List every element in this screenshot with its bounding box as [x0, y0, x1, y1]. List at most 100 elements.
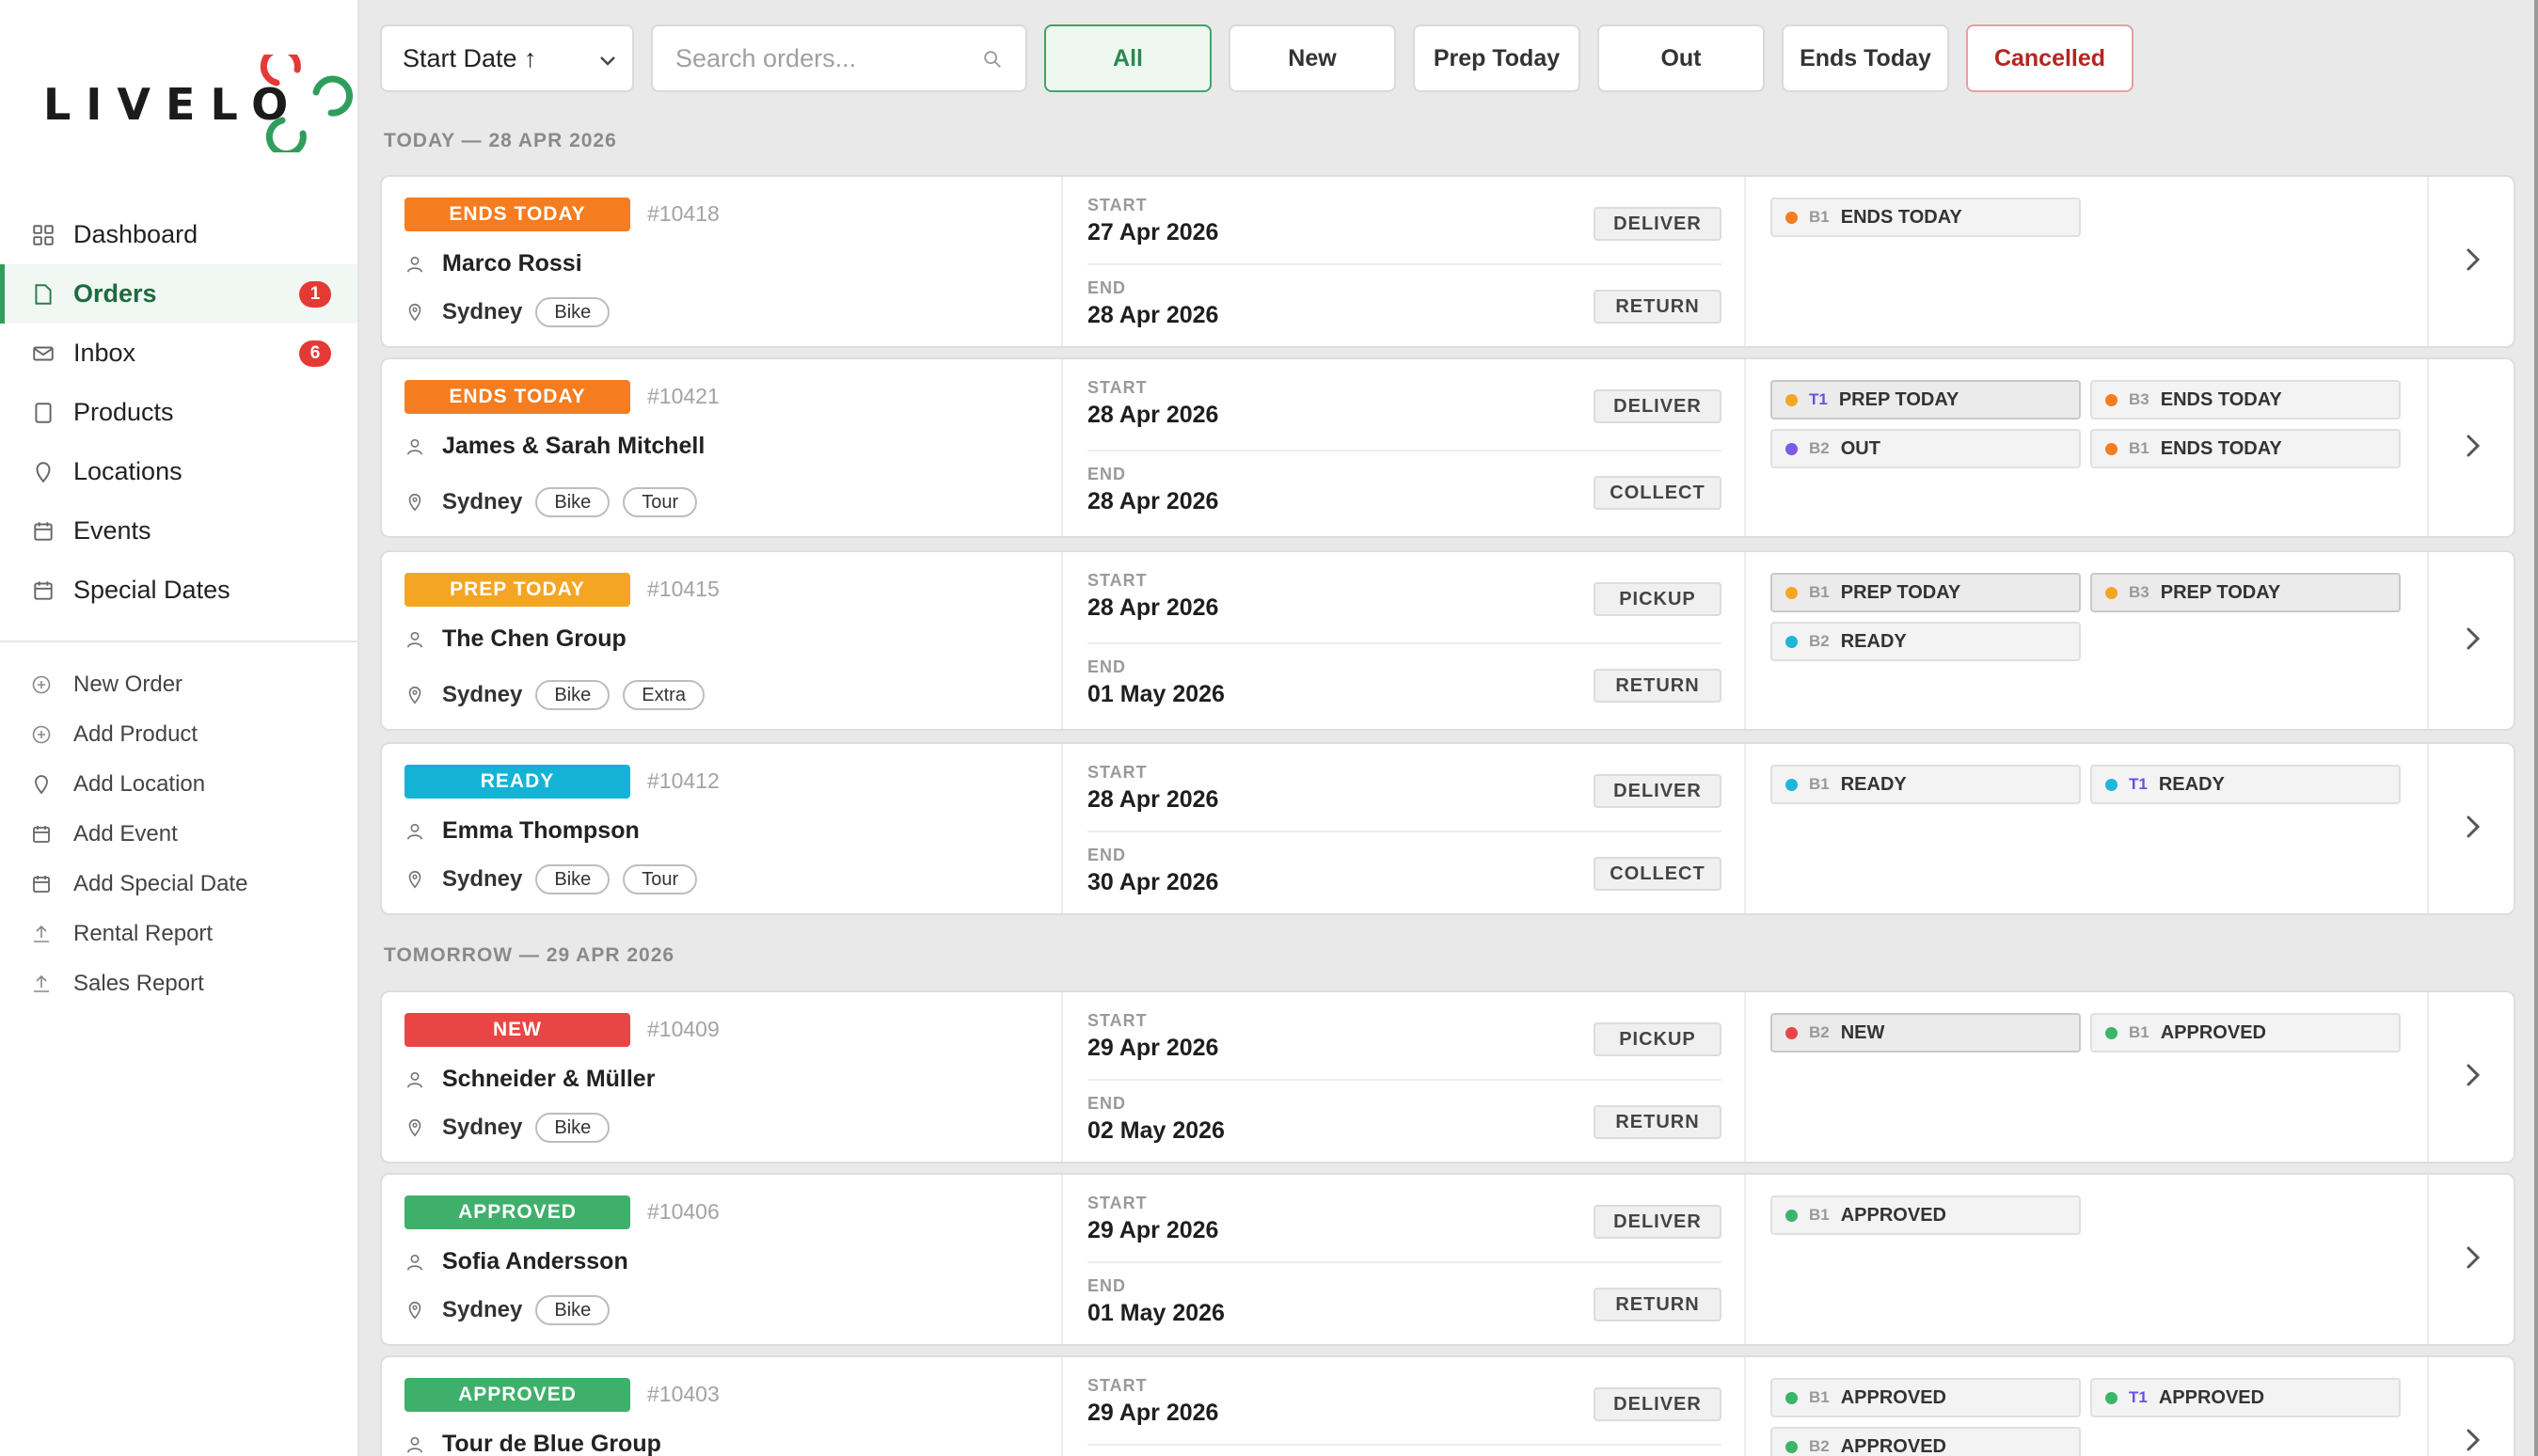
pin-icon	[30, 773, 53, 796]
item-status: B1 APPROVED	[1770, 1378, 2081, 1417]
item-code: B1	[1809, 1206, 1830, 1224]
status-dot	[1785, 1026, 1798, 1039]
filter-prep-today[interactable]: Prep Today	[1413, 24, 1580, 92]
action-add-location[interactable]: Add Location	[0, 759, 357, 809]
location: Sydney Bike	[404, 297, 611, 327]
open-order-button[interactable]	[2429, 992, 2514, 1162]
chevron-right-icon	[2463, 1426, 2483, 1456]
open-order-button[interactable]	[2429, 177, 2514, 346]
open-order-button[interactable]	[2429, 359, 2514, 536]
action-label: Add Product	[73, 720, 198, 747]
filter-out[interactable]: Out	[1597, 24, 1765, 92]
group-header: TOMORROW — 29 APR 2026	[384, 944, 675, 966]
product-tag: Tour	[623, 487, 698, 517]
location-name: Sydney	[442, 299, 523, 324]
item-status: B2 READY	[1770, 622, 2081, 661]
order-card[interactable]: APPROVED#10403Tour de Blue GroupSydneyBi…	[380, 1355, 2515, 1456]
pin-icon	[404, 869, 425, 890]
item-status-label: READY	[1840, 773, 1907, 795]
location: Sydney Bike Tour	[404, 864, 698, 894]
order-summary: APPROVED #10406 Sofia Andersson Sydney Bike	[382, 1175, 1063, 1344]
date-divider	[1087, 642, 1721, 644]
logo[interactable]: LIVELO	[43, 53, 354, 156]
sidebar-item-products[interactable]: Products	[0, 383, 357, 442]
item-status-label: APPROVED	[1840, 1204, 1946, 1226]
order-summary: APPROVED#10403Tour de Blue GroupSydneyBi…	[382, 1357, 1063, 1456]
item-status: B2 APPROVED	[1770, 1427, 2081, 1456]
order-items: B1 APPROVED T1 APPROVED B2 APPROVED	[1746, 1357, 2429, 1456]
item-status-list: B1 PREP TODAY B3 PREP TODAY B2 READY	[1770, 573, 2410, 661]
customer-name: Schneider & Müller	[442, 1066, 656, 1092]
status-dot	[1785, 1209, 1798, 1222]
end-mode-badge: RETURN	[1594, 1288, 1721, 1321]
user-icon	[404, 1434, 425, 1455]
item-status-label: NEW	[1840, 1021, 1885, 1043]
start-mode-badge: PICKUP	[1594, 1022, 1721, 1056]
date-divider	[1087, 450, 1721, 451]
customer-name: James & Sarah Mitchell	[442, 433, 706, 459]
filter-all[interactable]: All	[1044, 24, 1212, 92]
item-status: T1 PREP TODAY	[1770, 380, 2081, 419]
status-badge: ENDS TODAY	[404, 380, 630, 414]
item-code: T1	[2129, 775, 2148, 793]
item-status: B1 APPROVED	[1770, 1195, 2081, 1235]
item-status-label: OUT	[1840, 437, 1880, 459]
sidebar-item-locations[interactable]: Locations	[0, 442, 357, 501]
end-mode-badge: COLLECT	[1594, 857, 1721, 891]
action-add-special-date[interactable]: Add Special Date	[0, 859, 357, 909]
order-card[interactable]: APPROVED #10406 Sofia Andersson Sydney Bike S…	[380, 1173, 2515, 1346]
sort-select[interactable]: Start Date ↑	[380, 24, 634, 92]
product-tag: Bike	[535, 1295, 611, 1325]
open-order-button[interactable]	[2429, 1357, 2514, 1456]
search-input[interactable]	[675, 43, 958, 73]
filter-new[interactable]: New	[1229, 24, 1396, 92]
sidebar-item-dashboard[interactable]: Dashboard	[0, 205, 357, 264]
status-badge: APPROVED	[404, 1195, 630, 1229]
open-order-button[interactable]	[2429, 552, 2514, 729]
upload-icon	[30, 923, 53, 945]
filter-ends-today[interactable]: Ends Today	[1782, 24, 1949, 92]
order-dates: START 29 Apr 2026 PICKUP END 02 May 2026 RETU…	[1063, 992, 1746, 1162]
action-add-event[interactable]: Add Event	[0, 809, 357, 859]
open-order-button[interactable]	[2429, 744, 2514, 913]
order-card[interactable]: NEW #10409 Schneider & Müller Sydney Bike STA…	[380, 990, 2515, 1163]
order-card[interactable]: ENDS TODAY #10421 James & Sarah Mitchell Sy…	[380, 357, 2515, 538]
order-card[interactable]: PREP TODAY #10415 The Chen Group Sydney Bike…	[380, 550, 2515, 731]
item-status: B1 ENDS TODAY	[2090, 429, 2401, 468]
product-tag: Bike	[535, 864, 611, 894]
calendar-icon	[30, 873, 53, 895]
action-add-product[interactable]: Add Product	[0, 709, 357, 759]
chevron-right-icon	[2463, 625, 2483, 657]
open-order-button[interactable]	[2429, 1175, 2514, 1344]
action-sales-report[interactable]: Sales Report	[0, 958, 357, 1008]
order-summary: PREP TODAY #10415 The Chen Group Sydney Bike…	[382, 552, 1063, 729]
location-name: Sydney	[442, 489, 523, 514]
item-status: T1 APPROVED	[2090, 1378, 2401, 1417]
date-divider	[1087, 1079, 1721, 1081]
action-label: Add Special Date	[73, 870, 248, 896]
sidebar-item-events[interactable]: Events	[0, 501, 357, 561]
status-badge: READY	[404, 765, 630, 799]
count-badge: 6	[299, 340, 331, 367]
order-card[interactable]: READY #10412 Emma Thompson Sydney Bike Tour ST…	[380, 742, 2515, 915]
action-label: Sales Report	[73, 970, 204, 996]
pin-icon	[404, 685, 425, 705]
action-rental-report[interactable]: Rental Report	[0, 909, 357, 958]
search-icon[interactable]	[982, 49, 1003, 70]
item-code: B2	[1809, 1437, 1830, 1455]
order-summary: NEW #10409 Schneider & Müller Sydney Bike	[382, 992, 1063, 1162]
status-dot	[1785, 586, 1798, 599]
status-dot	[1785, 635, 1798, 648]
status-badge: APPROVED	[404, 1378, 630, 1412]
sidebar-item-inbox[interactable]: Inbox 6	[0, 324, 357, 383]
filter-cancelled[interactable]: Cancelled	[1966, 24, 2134, 92]
action-new-order[interactable]: New Order	[0, 659, 357, 709]
sidebar-item-special-dates[interactable]: Special Dates	[0, 561, 357, 620]
sidebar-item-label: Products	[73, 398, 174, 426]
search-box	[651, 24, 1027, 92]
grid-icon	[30, 222, 56, 248]
item-code: B1	[1809, 208, 1830, 226]
order-card[interactable]: ENDS TODAY #10418 Marco Rossi Sydney Bike STA…	[380, 175, 2515, 348]
user-icon	[404, 436, 425, 457]
sidebar-item-orders[interactable]: Orders 1	[0, 264, 357, 324]
